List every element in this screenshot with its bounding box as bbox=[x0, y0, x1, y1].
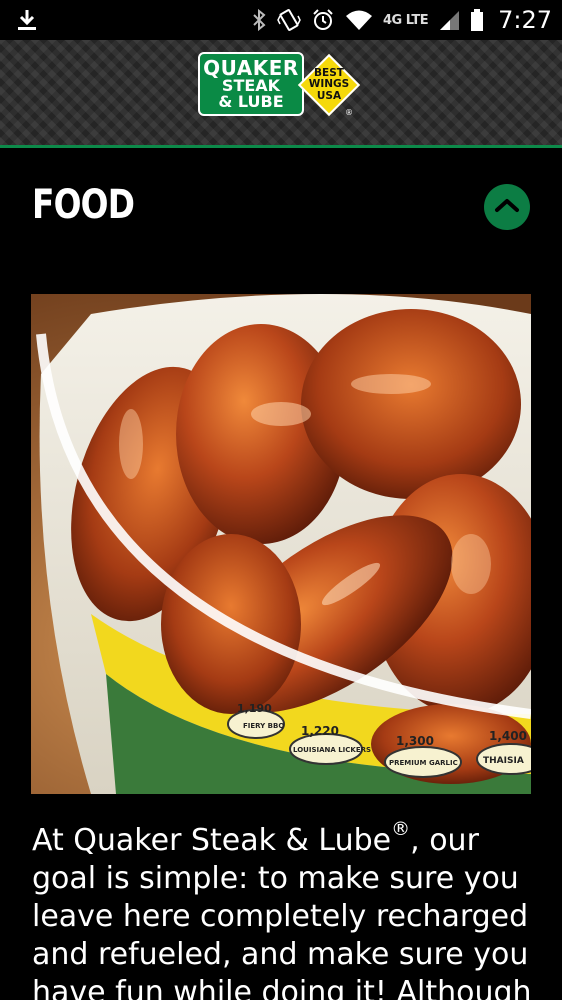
bucket-label-name-2: LOUISIANA LICKERS bbox=[293, 746, 371, 754]
registered-mark: ® bbox=[391, 818, 411, 840]
bucket-label-name-1: FIERY BBQ bbox=[243, 722, 284, 730]
bluetooth-icon bbox=[251, 8, 267, 32]
section-title: FOOD bbox=[32, 182, 135, 228]
food-photo-wings: 1,190 FIERY BBQ 1,220 LOUISIANA LICKERS … bbox=[31, 294, 531, 794]
battery-icon bbox=[470, 8, 484, 32]
signal-icon bbox=[438, 9, 460, 31]
bucket-label-number-1: 1,190 bbox=[237, 702, 272, 715]
paragraph-text-start: At Quaker Steak & Lube bbox=[32, 823, 392, 858]
download-icon bbox=[16, 8, 38, 32]
bucket-label-number-4: 1,400 bbox=[489, 729, 527, 743]
bucket-label-name-4: THAISIA bbox=[483, 756, 524, 766]
app-header: QUAKER STEAK & LUBE BEST WINGS USA ® bbox=[0, 40, 562, 148]
registered-mark: ® bbox=[345, 108, 353, 117]
badge-line-3: USA bbox=[316, 89, 342, 102]
clock: 7:27 bbox=[498, 6, 552, 34]
brand-logo[interactable]: QUAKER STEAK & LUBE BEST WINGS USA ® bbox=[198, 50, 364, 122]
status-bar: 4G LTE 7:27 bbox=[0, 0, 562, 40]
network-type: 4G LTE bbox=[382, 12, 429, 28]
badge-line-2: WINGS bbox=[308, 78, 350, 91]
alarm-icon bbox=[311, 8, 335, 32]
vibrate-icon bbox=[277, 8, 301, 32]
logo-wordmark: QUAKER STEAK & LUBE bbox=[198, 52, 304, 116]
bucket-label-name-3: PREMIUM GARLIC bbox=[389, 759, 458, 767]
best-wings-badge: BEST WINGS USA bbox=[297, 53, 361, 117]
collapse-button[interactable] bbox=[484, 184, 530, 230]
intro-paragraph: At Quaker Steak & Lube®, our goal is sim… bbox=[32, 820, 532, 1000]
wifi-icon bbox=[345, 9, 373, 31]
logo-line-1: QUAKER bbox=[203, 56, 299, 80]
bucket-label-number-2: 1,220 bbox=[301, 724, 339, 738]
chevron-up-icon bbox=[494, 197, 520, 217]
bucket-label-number-3: 1,300 bbox=[396, 734, 434, 748]
logo-line-3: & LUBE bbox=[218, 92, 284, 111]
